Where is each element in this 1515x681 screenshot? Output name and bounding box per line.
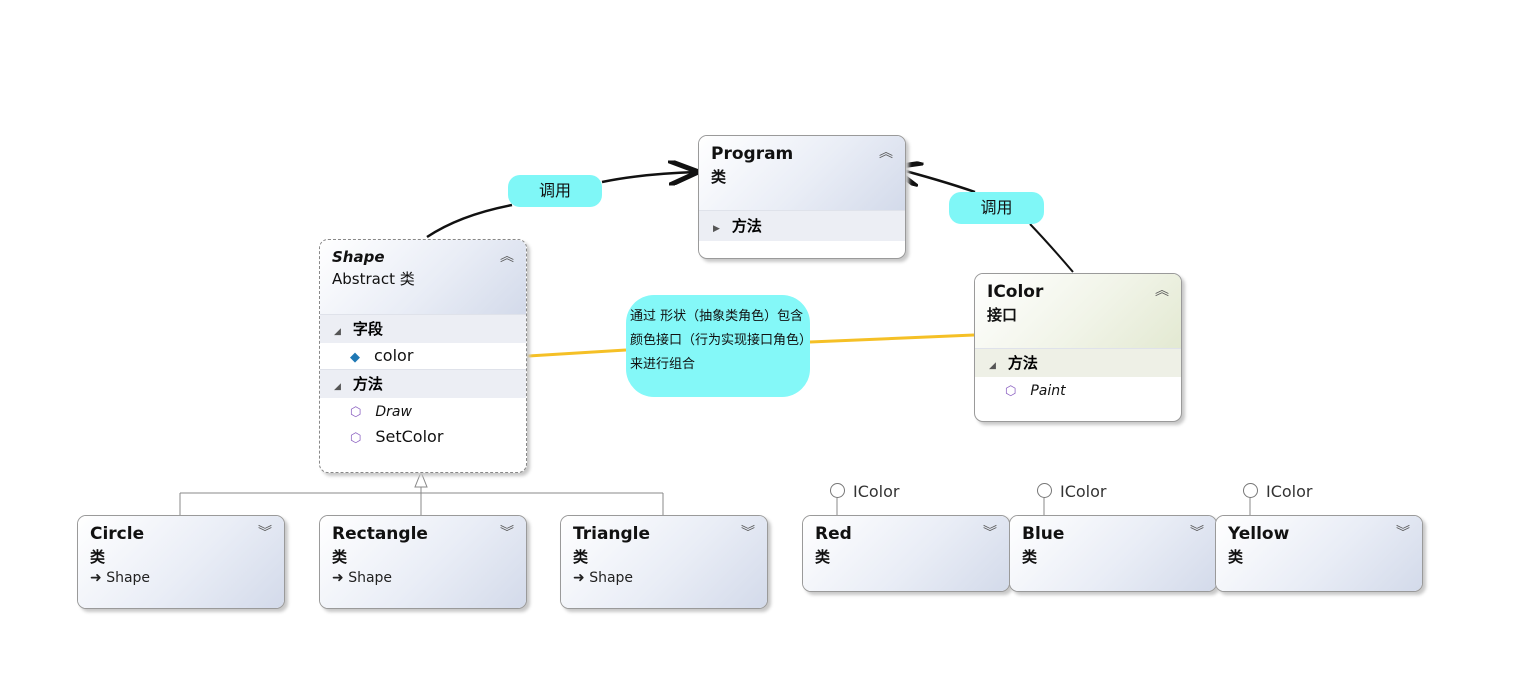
class-kind: 类	[1022, 548, 1038, 566]
association-line-icolor	[809, 333, 975, 344]
call-arrow-program-left	[601, 172, 696, 182]
yellow-class[interactable]: Yellow 类 ︾	[1215, 515, 1423, 592]
method-paint[interactable]: ⬡ Paint	[975, 377, 1181, 403]
section-fields: 字段	[352, 320, 383, 338]
interface-name: IColor	[987, 282, 1044, 302]
expand-icon[interactable]: ︾	[741, 522, 755, 542]
call-arrow-program-right	[894, 168, 976, 194]
expand-icon[interactable]: ▶	[713, 224, 720, 234]
composition-note: 通过 形状（抽象类角色）包含颜色接口（行为实现接口角色）来进行组合	[626, 295, 810, 397]
class-kind: Abstract 类	[332, 270, 415, 288]
class-name: Triangle	[573, 524, 651, 544]
class-kind: 类	[90, 548, 106, 566]
icolor-interface[interactable]: IColor 接口 ︽ ◢ 方法 ⬡ Paint	[974, 273, 1182, 422]
field-color[interactable]: ◆ color	[320, 343, 526, 369]
call-label-right: 调用	[949, 192, 1044, 224]
method-setcolor[interactable]: ⬡ SetColor	[320, 424, 526, 450]
blue-class[interactable]: Blue 类 ︾	[1009, 515, 1217, 592]
class-kind: 类	[573, 548, 589, 566]
interface-icon	[830, 483, 845, 498]
field-icon: ◆	[350, 350, 360, 365]
base-class: ➜ Shape	[573, 570, 634, 586]
circle-class[interactable]: Circle 类 ➜ Shape ︾	[77, 515, 285, 609]
collapse-icon[interactable]: ︽	[1155, 280, 1169, 300]
class-name: Yellow	[1228, 524, 1290, 544]
triangle-class[interactable]: Triangle 类 ➜ Shape ︾	[560, 515, 768, 609]
class-name: Rectangle	[332, 524, 428, 544]
class-name: Shape	[332, 248, 385, 266]
class-kind: 类	[332, 548, 348, 566]
interface-lollipop-red: IColor	[830, 482, 900, 501]
interface-lollipop-blue: IColor	[1037, 482, 1107, 501]
call-label-left: 调用	[508, 175, 602, 207]
method-icon: ⬡	[350, 405, 362, 420]
class-kind: 类	[1228, 548, 1244, 566]
red-class[interactable]: Red 类 ︾	[802, 515, 1010, 592]
collapse-icon[interactable]: ︽	[879, 142, 893, 162]
base-class: ➜ Shape	[90, 570, 151, 586]
interface-lollipop-yellow: IColor	[1243, 482, 1313, 501]
class-kind: 类	[815, 548, 831, 566]
method-icon: ⬡	[350, 431, 362, 446]
interface-kind: 接口	[987, 306, 1018, 324]
base-class: ➜ Shape	[332, 570, 393, 586]
interface-icon	[1037, 483, 1052, 498]
expand-icon[interactable]: ︾	[258, 522, 272, 542]
call-line-shape	[426, 203, 513, 239]
expand-icon[interactable]: ︾	[1190, 522, 1204, 542]
expand-icon[interactable]: ︾	[983, 522, 997, 542]
section-methods: 方法	[731, 217, 762, 235]
program-class[interactable]: Program 类 ︽ ▶ 方法	[698, 135, 906, 259]
collapse-section-icon[interactable]: ◢	[334, 382, 341, 392]
method-draw[interactable]: ⬡ Draw	[320, 398, 526, 424]
class-name: Blue	[1022, 524, 1065, 544]
call-line-icolor	[1029, 223, 1074, 273]
class-name: Red	[815, 524, 852, 544]
shape-class[interactable]: Shape Abstract 类 ︽ ◢ 字段 ◆ color ◢ 方法 ⬡ Draw ⬡ S…	[319, 239, 527, 473]
method-icon: ⬡	[1005, 384, 1017, 399]
expand-icon[interactable]: ︾	[500, 522, 514, 542]
collapse-section-icon[interactable]: ◢	[989, 361, 996, 371]
class-diagram: Program 类 ︽ ▶ 方法 Shape Abstract 类 ︽ ◢ 字段 ◆ colo…	[0, 0, 1515, 681]
class-kind: 类	[711, 168, 727, 186]
expand-icon[interactable]: ︾	[1396, 522, 1410, 542]
collapse-icon[interactable]: ︽	[500, 246, 514, 266]
class-name: Program	[711, 144, 794, 164]
rectangle-class[interactable]: Rectangle 类 ➜ Shape ︾	[319, 515, 527, 609]
interface-icon	[1243, 483, 1258, 498]
class-name: Circle	[90, 524, 145, 544]
section-methods: 方法	[352, 375, 383, 393]
collapse-section-icon[interactable]: ◢	[334, 327, 341, 337]
section-methods: 方法	[1007, 354, 1038, 372]
